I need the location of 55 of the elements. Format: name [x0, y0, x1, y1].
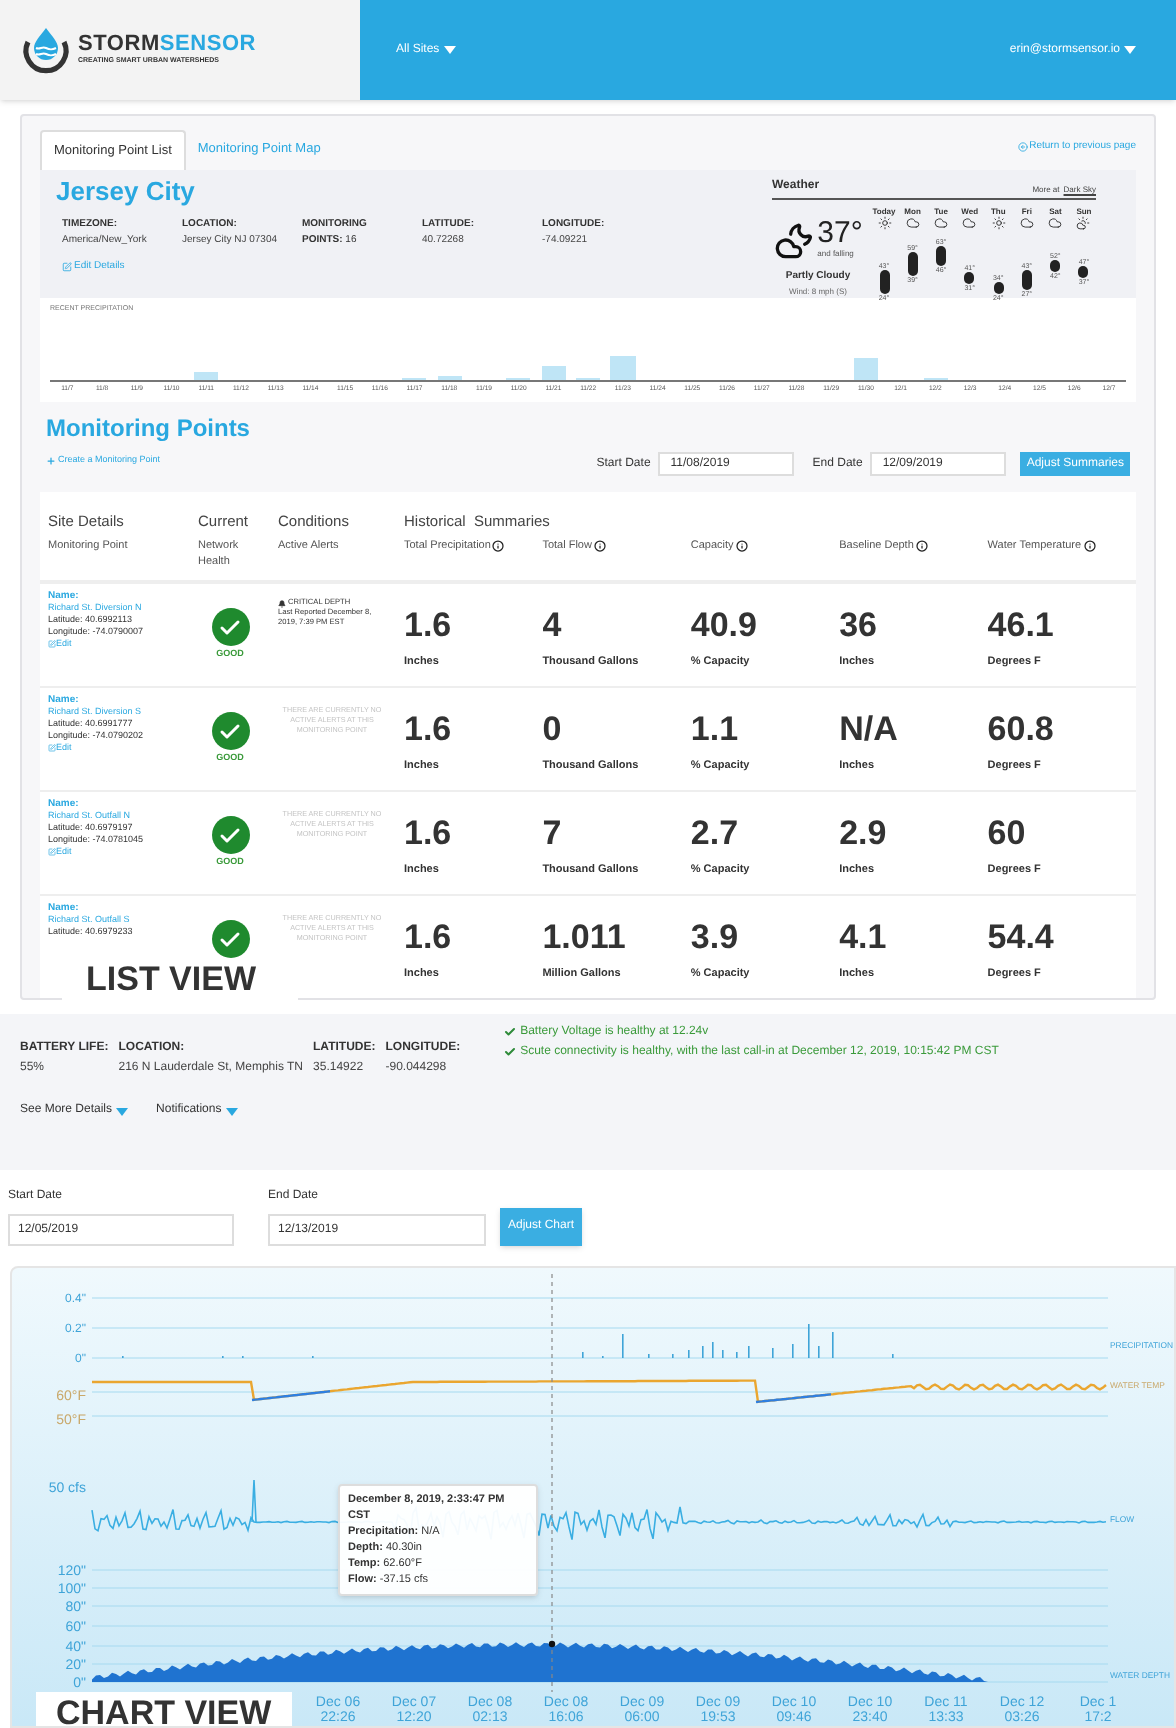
status-check-icon	[211, 608, 249, 646]
temperature-range-bar	[1078, 265, 1089, 278]
metric-value: 1.011	[542, 918, 628, 958]
metric-value: 40.9	[690, 606, 759, 646]
hover-point	[548, 1640, 556, 1648]
metric-value: 0	[542, 710, 564, 750]
metric-value: 46.1	[987, 606, 1056, 646]
metric-value: 3.9	[690, 918, 741, 958]
metric-value: 60	[987, 814, 1028, 854]
temperature-range-bar	[936, 246, 947, 267]
metric-value: 36	[839, 606, 880, 646]
metric-value: 1.6	[404, 918, 454, 958]
caret-icon	[225, 1107, 238, 1115]
sun-icon	[991, 216, 1006, 230]
status-check-icon	[211, 816, 249, 854]
metric-value: 7	[542, 814, 564, 854]
metric-value: 4.1	[839, 918, 889, 958]
metric-value: 1.6	[404, 814, 454, 854]
logo-icon	[20, 24, 72, 76]
logo-text: STORM	[78, 32, 160, 57]
status-check-icon	[211, 712, 249, 750]
cloud-moon-icon	[773, 219, 814, 259]
sun-icon	[877, 216, 891, 230]
status-check-icon	[211, 920, 249, 958]
metric-value: N/A	[839, 710, 900, 750]
metric-value: 1.1	[690, 710, 741, 750]
metric-value: 60.8	[987, 710, 1056, 750]
temperature-range-bar	[1021, 270, 1032, 290]
caret-icon	[443, 46, 456, 54]
site-title: Jersey City	[56, 176, 197, 208]
metric-value: 54.4	[987, 918, 1056, 958]
metric-value: 2.9	[839, 814, 889, 854]
logo-text: SENSOR	[159, 32, 257, 57]
metric-value: 2.7	[690, 814, 741, 854]
metric-value: 4	[542, 606, 564, 646]
current-temperature: 37°	[817, 218, 863, 248]
view-caption: CHART VIEW	[36, 1692, 292, 1726]
temperature-range-bar	[964, 272, 975, 285]
temperature-range-bar	[907, 251, 918, 276]
back-arrow-icon	[1017, 141, 1028, 152]
temperature-range-bar	[879, 270, 889, 294]
bell-icon	[278, 599, 286, 607]
edit-icon	[62, 262, 72, 273]
temperature-range-bar	[993, 281, 1004, 294]
edit-icon	[48, 640, 56, 648]
plus-icon	[46, 455, 56, 466]
cloud-sun-icon	[1076, 216, 1091, 230]
caret-icon	[116, 1107, 129, 1115]
metric-value: 1.6	[404, 710, 454, 750]
caret-icon	[1124, 46, 1136, 54]
edit-icon	[48, 848, 56, 856]
edit-icon	[48, 744, 56, 752]
temperature-range-bar	[1050, 259, 1061, 272]
metric-value: 1.6	[404, 606, 454, 646]
section-title: Monitoring Points	[46, 412, 250, 446]
